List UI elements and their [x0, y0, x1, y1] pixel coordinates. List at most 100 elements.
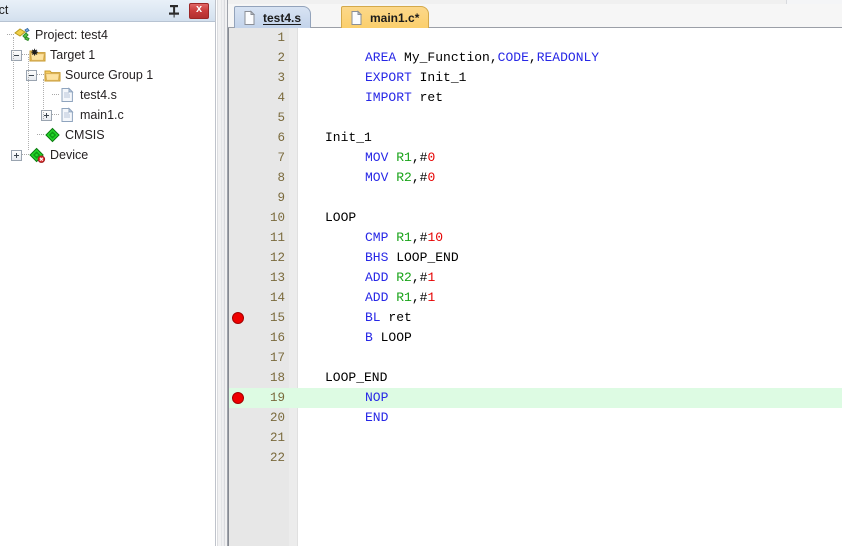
tree-connector [22, 54, 29, 56]
tree-item-label: CMSIS [65, 128, 105, 142]
code-token: BL [365, 310, 381, 325]
tree-guide-line [43, 79, 44, 119]
breakpoint-marker[interactable] [232, 312, 244, 324]
code-line-9[interactable]: 9 [229, 188, 842, 208]
tree-item-label: Target 1 [50, 48, 96, 62]
code-line-8[interactable]: 8 MOV R2,#0 [229, 168, 842, 188]
code-token: ,# [411, 230, 428, 245]
code-line-19[interactable]: 19 NOP [229, 388, 842, 408]
code-line-text: BHS LOOP_END [365, 248, 459, 268]
code-token: AREA [365, 50, 397, 65]
code-line-text: ADD R2,#1 [365, 268, 435, 288]
tree-connector [37, 74, 44, 76]
code-token: READONLY [536, 50, 600, 65]
code-line-21[interactable]: 21 [229, 428, 842, 448]
tree-expander-plus-icon[interactable] [11, 149, 22, 161]
document-icon [244, 9, 256, 25]
code-token: BHS [365, 250, 389, 265]
code-token: B [365, 330, 373, 345]
code-line-10[interactable]: 10 LOOP [229, 208, 842, 228]
line-number: 1 [277, 31, 285, 45]
code-token: ADD [365, 290, 389, 305]
code-token: EXPORT [365, 70, 412, 85]
editor-tab-label: main1.c* [370, 10, 420, 25]
tree-item-label: Project: test4 [35, 28, 108, 42]
line-number: 12 [269, 251, 285, 265]
editor-area: test4.s main1.c* 1 2 AREA My_Function,CODE,… [228, 0, 842, 546]
code-token: ADD [365, 270, 389, 285]
tree-item-device[interactable]: Device [11, 145, 88, 165]
device-icon [29, 147, 46, 163]
tree-item-cmsis[interactable]: CMSIS [26, 125, 105, 145]
code-line-20[interactable]: 20 END [229, 408, 842, 428]
code-line-12[interactable]: 12 BHS LOOP_END [229, 248, 842, 268]
project-tree[interactable]: Project: test4 Target 1 Source Group 1 test… [0, 23, 215, 546]
target-folder-icon [29, 48, 46, 62]
code-line-text: EXPORT Init_1 [365, 68, 466, 88]
code-line-text: AREA My_Function,CODE,READONLY [365, 48, 599, 68]
tree-item-label: test4.s [80, 88, 117, 102]
code-line-4[interactable]: 4 IMPORT ret [229, 88, 842, 108]
code-line-15[interactable]: 15 BL ret [229, 308, 842, 328]
folder-icon [44, 70, 61, 82]
pin-icon[interactable] [165, 2, 183, 20]
line-number: 3 [277, 71, 285, 85]
code-line-13[interactable]: 13 ADD R2,#1 [229, 268, 842, 288]
editor-tab-bar[interactable]: test4.s main1.c* [228, 4, 842, 28]
tree-item-main1-c[interactable]: main1.c [41, 105, 124, 125]
code-line-1[interactable]: 1 [229, 28, 842, 48]
line-number: 11 [269, 231, 285, 245]
code-text-layer[interactable]: 1 2 AREA My_Function,CODE,READONLY 3 EXPORT … [229, 28, 842, 546]
line-number: 8 [277, 171, 285, 185]
code-line-text: Init_1 [325, 128, 372, 148]
code-line-text: MOV R1,#0 [365, 148, 435, 168]
editor-tab-main1-c[interactable]: main1.c* [341, 6, 430, 28]
tree-connector [37, 134, 44, 136]
tree-connector [22, 154, 29, 156]
code-token: NOP [365, 390, 389, 405]
line-number: 17 [269, 351, 285, 365]
code-line-18[interactable]: 18 LOOP_END [229, 368, 842, 388]
tree-item-project-test4[interactable]: Project: test4 [0, 25, 108, 45]
code-token: ret [411, 90, 444, 105]
uvision-window: oject x Project: test4 Target 1 Source Gro… [0, 0, 842, 546]
code-line-text: CMP R1,#10 [365, 228, 443, 248]
code-token: 0 [427, 150, 436, 165]
code-line-16[interactable]: 16 B LOOP [229, 328, 842, 348]
tree-item-test4-s[interactable]: test4.s [41, 85, 117, 105]
panel-splitter[interactable] [217, 0, 228, 546]
code-token: Init_1 [325, 130, 372, 145]
code-token: R2 [396, 170, 412, 185]
code-line-7[interactable]: 7 MOV R1,#0 [229, 148, 842, 168]
code-token: 1 [427, 290, 436, 305]
code-token: 1 [427, 270, 436, 285]
code-line-17[interactable]: 17 [229, 348, 842, 368]
code-line-5[interactable]: 5 [229, 108, 842, 128]
line-number: 16 [269, 331, 285, 345]
line-number: 18 [269, 371, 285, 385]
code-line-3[interactable]: 3 EXPORT Init_1 [229, 68, 842, 88]
breakpoint-marker[interactable] [232, 392, 244, 404]
editor-tab-test4-s[interactable]: test4.s [234, 6, 312, 28]
tree-item-label: Source Group 1 [65, 68, 154, 82]
code-line-11[interactable]: 11 CMP R1,#10 [229, 228, 842, 248]
code-token: , [489, 50, 498, 65]
code-line-2[interactable]: 2 AREA My_Function,CODE,READONLY [229, 48, 842, 68]
file-icon [61, 87, 74, 102]
code-line-6[interactable]: 6 Init_1 [229, 128, 842, 148]
code-editor[interactable]: 1 2 AREA My_Function,CODE,READONLY 3 EXPORT … [228, 28, 842, 546]
code-line-text: IMPORT ret [365, 88, 443, 108]
close-button[interactable]: x [189, 3, 209, 19]
code-line-22[interactable]: 22 [229, 448, 842, 468]
code-token: LOOP [372, 330, 412, 345]
tree-item-source-group-1[interactable]: Source Group 1 [26, 65, 153, 85]
line-number: 14 [269, 291, 285, 305]
code-line-text: NOP [365, 388, 388, 408]
code-token: CODE [497, 50, 529, 65]
code-token: R1 [396, 290, 412, 305]
code-line-14[interactable]: 14 ADD R1,#1 [229, 288, 842, 308]
tree-item-target-1[interactable]: Target 1 [11, 45, 95, 65]
code-line-text: LOOP [325, 208, 356, 228]
code-token: My_Function [404, 50, 490, 65]
line-number: 10 [269, 211, 285, 225]
